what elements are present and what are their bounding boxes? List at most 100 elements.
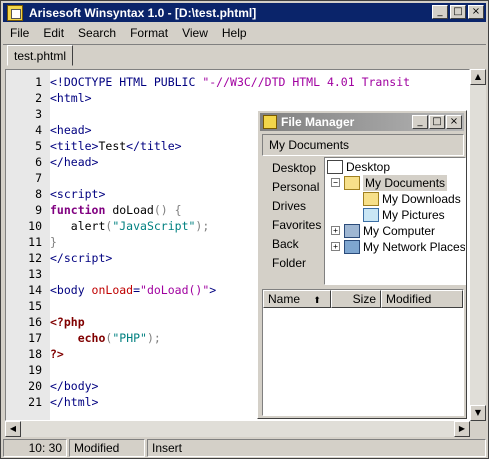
menu-bar: File Edit Search Format View Help [3, 24, 486, 42]
folder-open-icon [344, 176, 360, 190]
code-text: <body onLoad="doLoad()"> [50, 283, 217, 297]
menu-file[interactable]: File [3, 24, 36, 42]
scroll-right-arrow-icon[interactable]: ▶ [454, 421, 470, 437]
fm-folder-tree: Desktop − My Documents My Downloads My P… [324, 157, 466, 285]
tab-bar: test.phtml [3, 44, 486, 66]
code-text: </body> [50, 379, 99, 393]
line-number: 6 [35, 155, 42, 169]
window-title: Arisesoft Winsyntax 1.0 - [D:\test.phtml… [29, 5, 257, 20]
file-manager-title-bar[interactable]: File Manager _ □ × [260, 113, 464, 131]
file-manager-title: File Manager [281, 115, 355, 129]
column-header-modified[interactable]: Modified [381, 290, 463, 308]
line-number: 14 [28, 283, 42, 297]
line-number: 4 [35, 123, 42, 137]
file-manager-panel: File Manager _ □ × My Documents Desktop … [257, 110, 467, 419]
line-number: 21 [28, 395, 42, 409]
fm-shortcut-favorites[interactable]: Favorites [262, 216, 324, 235]
tree-item-desktop[interactable]: Desktop [327, 159, 390, 175]
scroll-up-arrow-icon[interactable]: ▲ [470, 69, 486, 85]
fm-maximize-button[interactable]: □ [429, 115, 445, 129]
fm-shortcut-back[interactable]: Back [262, 235, 324, 254]
menu-search[interactable]: Search [71, 24, 123, 42]
title-bar[interactable]: Arisesoft Winsyntax 1.0 - [D:\test.phtml… [3, 3, 486, 22]
horizontal-scrollbar[interactable]: ◀ ▶ [5, 421, 470, 437]
fm-shortcut-desktop[interactable]: Desktop [262, 159, 324, 178]
insert-mode-status: Insert [147, 439, 486, 457]
fm-list-header: Name ⬆ Size Modified [263, 290, 463, 308]
line-number: 7 [35, 171, 42, 185]
fm-minimize-button[interactable]: _ [412, 115, 428, 129]
code-text: <!DOCTYPE HTML PUBLIC "-//W3C//DTD HTML … [50, 75, 411, 89]
code-text: ?> [50, 347, 64, 361]
fm-shortcut-folder[interactable]: Folder [262, 254, 324, 273]
line-number: 19 [28, 363, 42, 377]
pictures-folder-icon [363, 208, 379, 222]
scroll-left-arrow-icon[interactable]: ◀ [5, 421, 21, 437]
menu-edit[interactable]: Edit [36, 24, 71, 42]
tree-item-my-network-places[interactable]: My Network Places [344, 239, 465, 255]
fm-shortcut-personal[interactable]: Personal [262, 178, 324, 197]
line-number: 12 [28, 251, 42, 265]
code-text: <html> [50, 91, 92, 105]
desktop-icon [327, 160, 343, 174]
line-number: 1 [35, 75, 42, 89]
column-header-name[interactable]: Name ⬆ [263, 290, 331, 308]
vertical-scrollbar[interactable]: ▲ ▼ [470, 69, 486, 421]
modified-status: Modified [69, 439, 145, 457]
status-bar: 10: 30 Modified Insert [3, 439, 486, 457]
close-button[interactable]: × [468, 5, 484, 19]
fm-close-button[interactable]: × [446, 115, 462, 129]
minimize-button[interactable]: _ [432, 5, 448, 19]
tree-item-my-documents[interactable]: My Documents [344, 175, 448, 191]
menu-help[interactable]: Help [215, 24, 254, 42]
computer-icon [344, 224, 360, 238]
line-number: 11 [28, 235, 42, 249]
code-text: alert("JavaScript"); [50, 219, 210, 233]
code-text: </head> [50, 155, 99, 169]
fm-file-list[interactable]: Name ⬆ Size Modified [262, 289, 464, 416]
code-line[interactable]: 2 <html> [6, 90, 410, 106]
menu-view[interactable]: View [175, 24, 215, 42]
line-number: 18 [28, 347, 42, 361]
menu-format[interactable]: Format [123, 24, 175, 42]
line-number: 20 [28, 379, 42, 393]
line-number: 15 [28, 299, 42, 313]
code-text: } [50, 235, 57, 249]
code-text: <title>Test</title> [50, 139, 182, 153]
expand-toggle-icon[interactable]: + [331, 242, 340, 251]
fm-shortcut-drives[interactable]: Drives [262, 197, 324, 216]
code-text: <head> [50, 123, 92, 137]
cursor-position: 10: 30 [3, 439, 67, 457]
line-number: 10 [28, 219, 42, 233]
tree-item-my-downloads[interactable]: My Downloads [363, 191, 461, 207]
code-text: </html> [50, 395, 99, 409]
scroll-down-arrow-icon[interactable]: ▼ [470, 405, 486, 421]
code-text: </script> [50, 251, 113, 265]
code-text: echo("PHP"); [77, 331, 161, 345]
collapse-toggle-icon[interactable]: − [331, 178, 340, 187]
expand-toggle-icon[interactable]: + [331, 226, 340, 235]
code-text: function doLoad() { [50, 203, 182, 217]
column-header-size[interactable]: Size [331, 290, 381, 308]
tree-item-my-computer[interactable]: My Computer [344, 223, 435, 239]
file-manager-icon [263, 115, 277, 129]
maximize-button[interactable]: □ [450, 5, 466, 19]
line-number: 5 [35, 139, 42, 153]
code-text: <?php [50, 315, 85, 329]
main-window: Arisesoft Winsyntax 1.0 - [D:\test.phtml… [0, 0, 489, 459]
fm-shortcut-list: Desktop Personal Drives Favorites Back F… [262, 159, 324, 285]
fm-path-field[interactable]: My Documents [262, 134, 464, 156]
tree-item-my-pictures[interactable]: My Pictures [363, 207, 445, 223]
line-number: 13 [28, 267, 42, 281]
line-number: 8 [35, 187, 42, 201]
app-icon [7, 4, 23, 21]
code-line[interactable]: 1 <!DOCTYPE HTML PUBLIC "-//W3C//DTD HTML… [6, 74, 410, 90]
sort-ascending-icon: ⬆ [313, 295, 321, 305]
tab-test-phtml[interactable]: test.phtml [7, 45, 74, 66]
line-number: 3 [35, 107, 42, 121]
line-number: 17 [28, 331, 42, 345]
